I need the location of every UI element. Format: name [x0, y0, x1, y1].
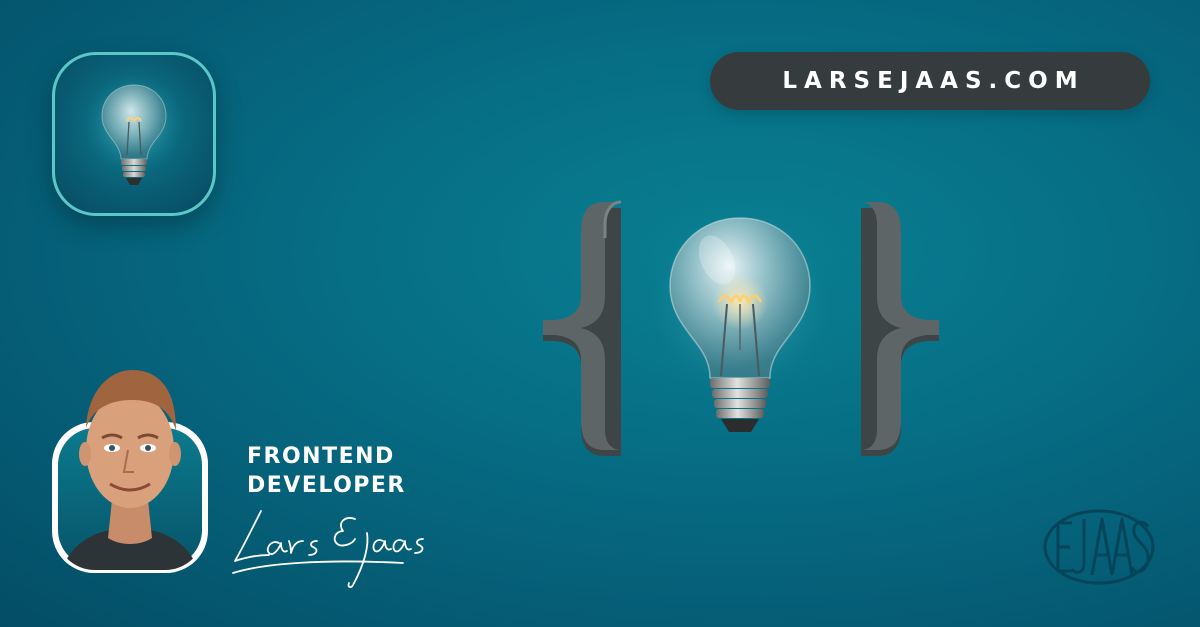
job-title-line-2: DEVELOPER — [247, 473, 406, 498]
ejaas-logo-icon — [1043, 509, 1155, 585]
curly-braces-lightbulb-icon — [543, 190, 939, 456]
job-title: FRONTEND DEVELOPER — [247, 442, 406, 500]
share-card: LARSEJAAS.COM FRONTEND DEVELOPER — [0, 0, 1200, 627]
website-url-pill[interactable]: LARSEJAAS.COM — [710, 52, 1150, 110]
job-title-line-1: FRONTEND — [247, 444, 395, 469]
app-icon-tile — [52, 52, 216, 216]
website-url[interactable]: LARSEJAAS.COM — [775, 68, 1084, 94]
lightbulb-icon — [82, 71, 186, 185]
signature — [232, 510, 424, 589]
avatar — [52, 370, 208, 573]
